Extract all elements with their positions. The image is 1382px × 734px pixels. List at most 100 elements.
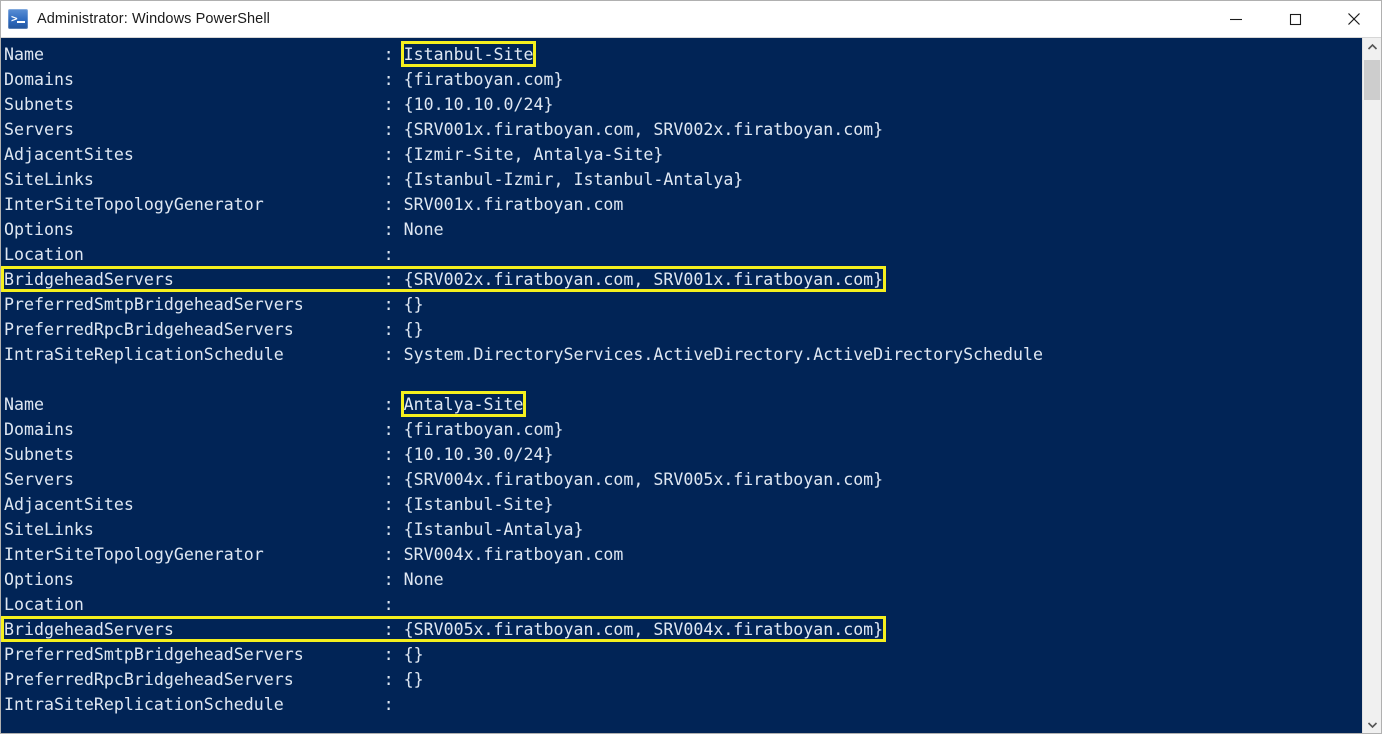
console-line: IntraSiteReplicationSchedule : — [4, 692, 1043, 717]
console-line: PreferredRpcBridgeheadServers : {} — [4, 317, 1043, 342]
property-value: Istanbul-Site — [403, 45, 534, 64]
chevron-down-icon — [1367, 722, 1377, 729]
property-label: BridgeheadServers — [4, 620, 384, 639]
window-controls — [1206, 1, 1381, 37]
property-separator: : — [383, 195, 404, 214]
property-value: {SRV005x.firatboyan.com, SRV004x.firatbo… — [403, 620, 884, 639]
property-separator: : — [383, 295, 404, 314]
property-value: {SRV002x.firatboyan.com, SRV001x.firatbo… — [403, 270, 884, 289]
property-separator: : — [383, 145, 404, 164]
property-separator: : — [383, 170, 404, 189]
property-value: {} — [403, 670, 424, 689]
console-line: PreferredSmtpBridgeheadServers : {} — [4, 292, 1043, 317]
property-value: None — [403, 570, 444, 589]
property-value: SRV001x.firatboyan.com — [403, 195, 624, 214]
console-line: InterSiteTopologyGenerator : SRV004x.fir… — [4, 542, 1043, 567]
property-separator: : — [383, 545, 404, 564]
property-label: SiteLinks — [4, 170, 384, 189]
property-separator: : — [383, 445, 404, 464]
property-label: InterSiteTopologyGenerator — [4, 195, 384, 214]
property-separator: : — [383, 645, 404, 664]
chevron-up-icon — [1367, 43, 1377, 50]
console-line: Servers : {SRV004x.firatboyan.com, SRV00… — [4, 467, 1043, 492]
console-line: Subnets : {10.10.30.0/24} — [4, 442, 1043, 467]
scroll-up-button[interactable] — [1363, 38, 1381, 56]
property-label: Servers — [4, 120, 384, 139]
scrollbar-thumb[interactable] — [1364, 60, 1380, 100]
console-line: Subnets : {10.10.10.0/24} — [4, 92, 1043, 117]
console-line: SiteLinks : {Istanbul-Antalya} — [4, 517, 1043, 542]
property-label: Options — [4, 570, 384, 589]
property-label: InterSiteTopologyGenerator — [4, 545, 384, 564]
property-separator: : — [383, 495, 404, 514]
console-line: Name : Istanbul-Site — [4, 42, 1043, 67]
console-line: BridgeheadServers : {SRV002x.firatboyan.… — [4, 267, 1043, 292]
property-label: PreferredRpcBridgeheadServers — [4, 670, 384, 689]
console-line: Servers : {SRV001x.firatboyan.com, SRV00… — [4, 117, 1043, 142]
property-separator: : — [383, 345, 404, 364]
property-separator: : — [383, 120, 404, 139]
scroll-down-button[interactable] — [1363, 716, 1381, 733]
property-separator: : — [383, 570, 404, 589]
property-label: SiteLinks — [4, 520, 384, 539]
property-separator: : — [383, 220, 404, 239]
property-label: AdjacentSites — [4, 495, 384, 514]
property-label: IntraSiteReplicationSchedule — [4, 345, 384, 364]
close-button[interactable] — [1324, 1, 1381, 37]
property-label: Location — [4, 595, 384, 614]
property-separator: : — [383, 695, 404, 714]
property-separator: : — [383, 620, 404, 639]
console-line: Domains : {firatboyan.com} — [4, 417, 1043, 442]
property-separator: : — [383, 595, 404, 614]
console-line: SiteLinks : {Istanbul-Izmir, Istanbul-An… — [4, 167, 1043, 192]
property-value: None — [403, 220, 444, 239]
property-value: {Istanbul-Izmir, Istanbul-Antalya} — [403, 170, 744, 189]
property-separator: : — [383, 245, 404, 264]
console-line: Location : — [4, 242, 1043, 267]
console-line: AdjacentSites : {Istanbul-Site} — [4, 492, 1043, 517]
property-separator: : — [383, 270, 404, 289]
console-line: InterSiteTopologyGenerator : SRV001x.fir… — [4, 192, 1043, 217]
property-value: {firatboyan.com} — [403, 70, 564, 89]
console-scrollbar[interactable] — [1362, 38, 1381, 733]
close-icon — [1347, 13, 1360, 25]
console-line: Location : — [4, 592, 1043, 617]
property-separator: : — [383, 95, 404, 114]
property-separator: : — [383, 420, 404, 439]
property-label: PreferredRpcBridgeheadServers — [4, 320, 384, 339]
property-separator: : — [383, 70, 404, 89]
property-value: System.DirectoryServices.ActiveDirectory… — [403, 345, 1044, 364]
console-line: IntraSiteReplicationSchedule : System.Di… — [4, 342, 1043, 367]
title-bar[interactable]: > Administrator: Windows PowerShell — [1, 1, 1381, 38]
property-value: {Izmir-Site, Antalya-Site} — [403, 145, 664, 164]
property-value: {} — [403, 645, 424, 664]
property-label: Servers — [4, 470, 384, 489]
property-separator: : — [383, 470, 404, 489]
console-line: PreferredSmtpBridgeheadServers : {} — [4, 642, 1043, 667]
property-value: {firatboyan.com} — [403, 420, 564, 439]
property-separator: : — [383, 670, 404, 689]
property-label: AdjacentSites — [4, 145, 384, 164]
console-line: PreferredRpcBridgeheadServers : {} — [4, 667, 1043, 692]
minimize-button[interactable] — [1206, 1, 1265, 37]
maximize-button[interactable] — [1265, 1, 1324, 37]
property-label: Name — [4, 45, 384, 64]
console-output-area[interactable]: Name : Istanbul-Site Domains : {firatboya… — [1, 38, 1364, 733]
property-label: PreferredSmtpBridgeheadServers — [4, 295, 384, 314]
property-value: {} — [403, 320, 424, 339]
property-label: Domains — [4, 420, 384, 439]
property-label: IntraSiteReplicationSchedule — [4, 695, 384, 714]
console-line: Name : Antalya-Site — [4, 392, 1043, 417]
property-label: Subnets — [4, 95, 384, 114]
property-label: Subnets — [4, 445, 384, 464]
powershell-window: > Administrator: Windows PowerShell Name… — [0, 0, 1382, 734]
property-label: Location — [4, 245, 384, 264]
property-separator: : — [383, 395, 404, 414]
property-value: {SRV004x.firatboyan.com, SRV005x.firatbo… — [403, 470, 884, 489]
console-line: Options : None — [4, 567, 1043, 592]
property-label: BridgeheadServers — [4, 270, 384, 289]
property-value: {10.10.10.0/24} — [403, 95, 554, 114]
property-value: SRV004x.firatboyan.com — [403, 545, 624, 564]
window-title: Administrator: Windows PowerShell — [37, 11, 270, 27]
powershell-icon: > — [8, 9, 28, 29]
